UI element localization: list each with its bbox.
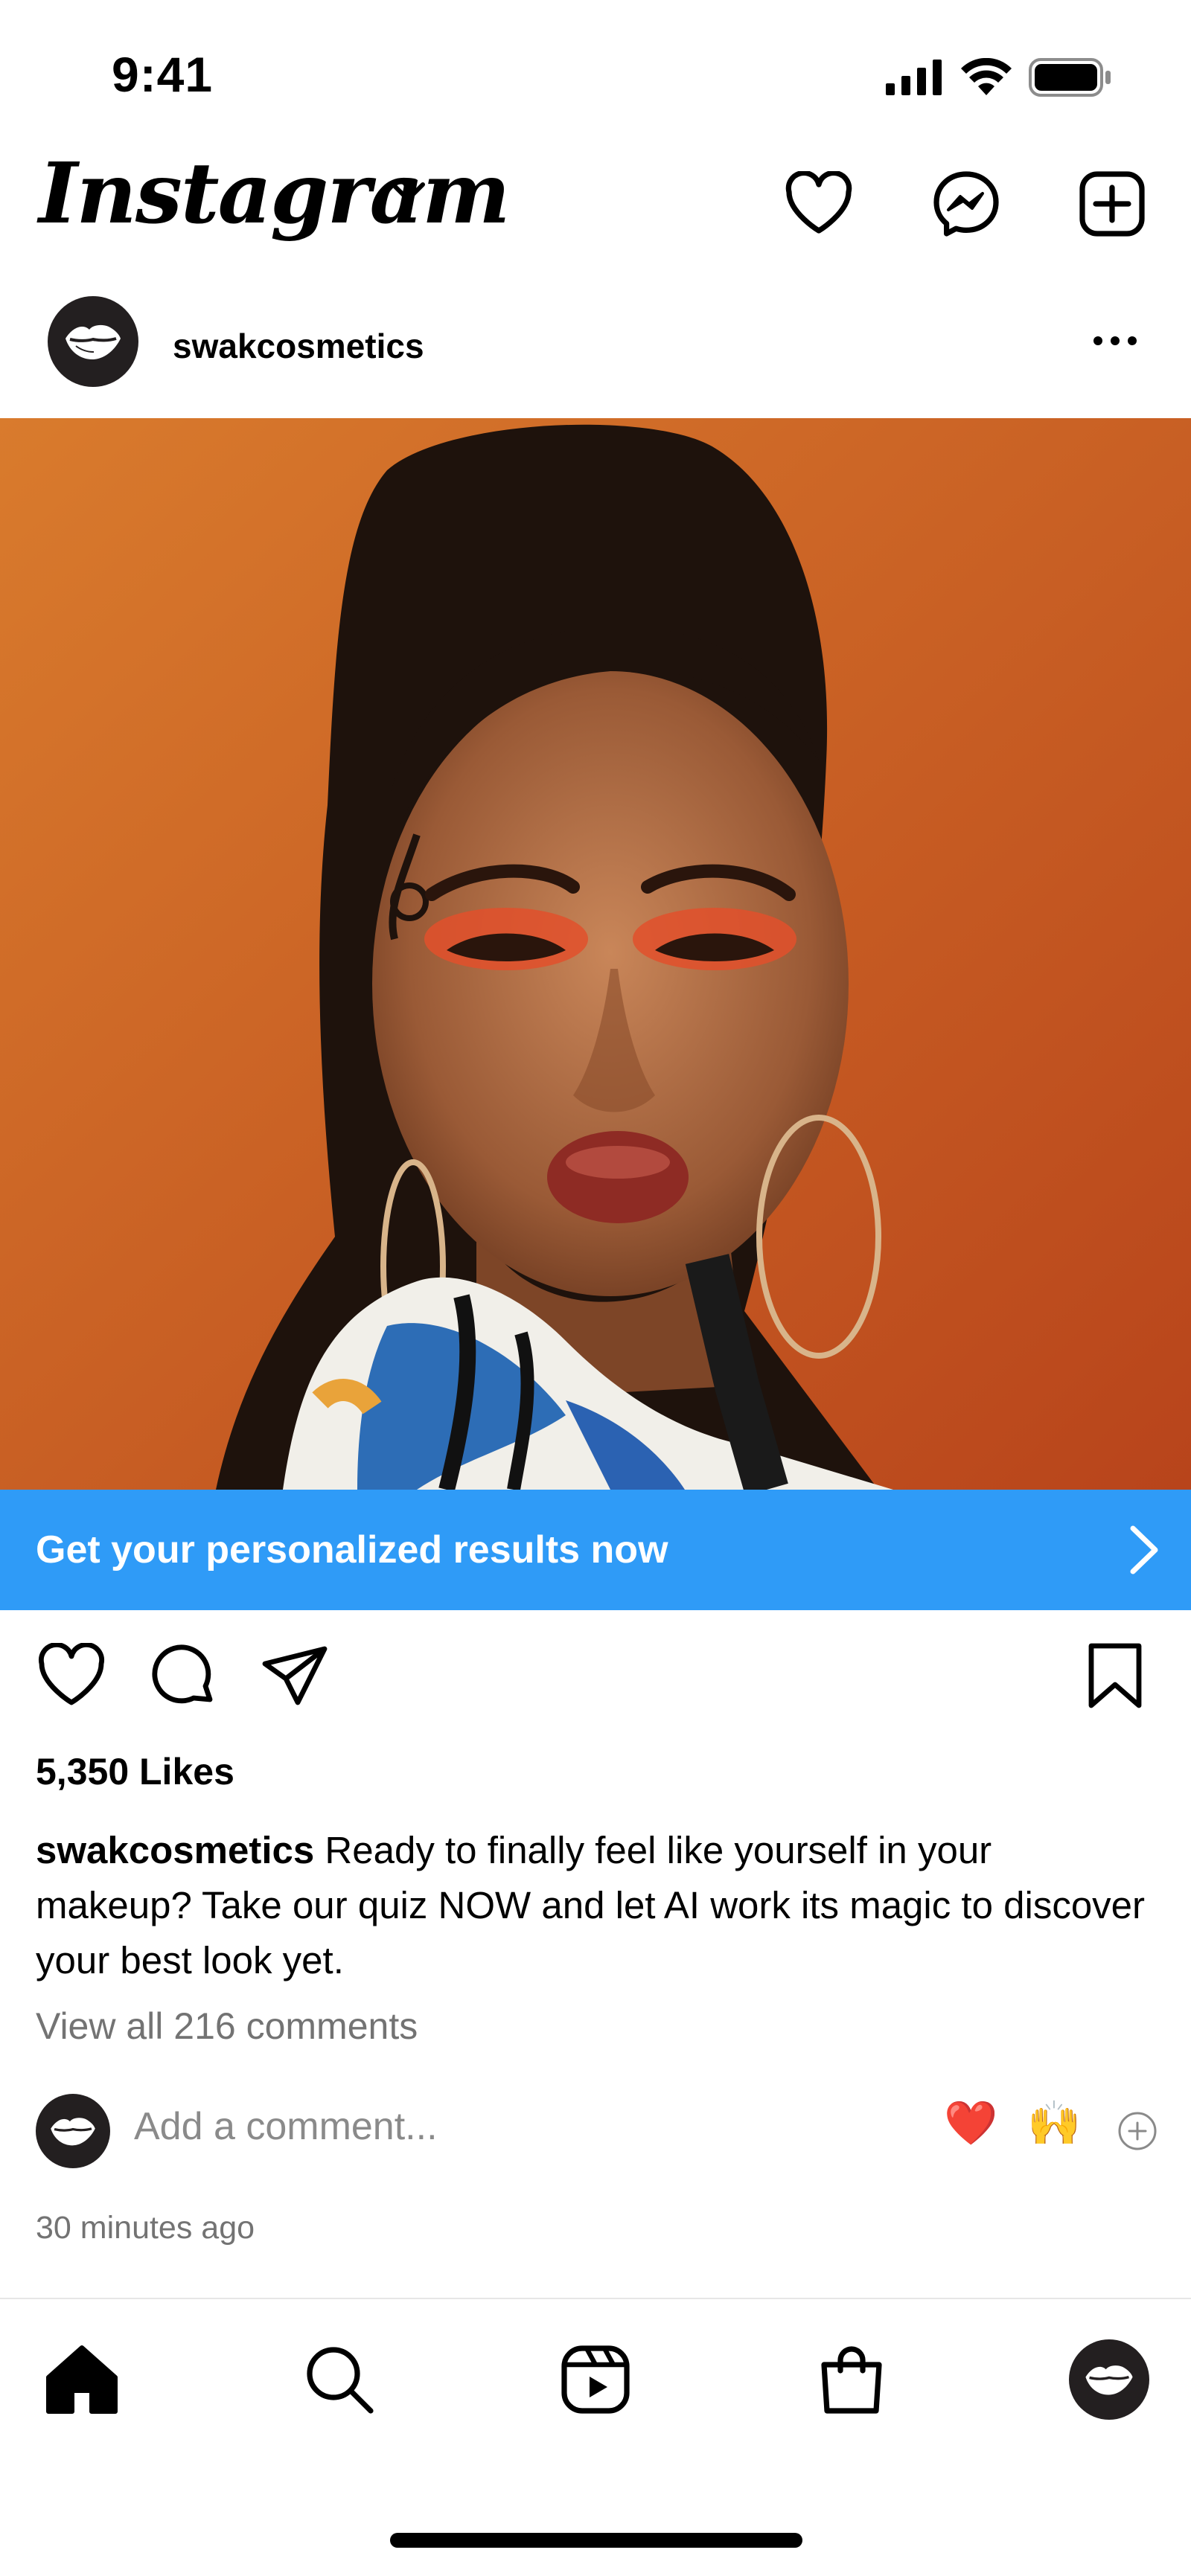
home-indicator[interactable] (390, 2533, 802, 2548)
reels-icon (561, 2345, 630, 2414)
nav-search[interactable] (295, 2335, 384, 2424)
nav-home[interactable] (37, 2335, 127, 2424)
shop-icon (821, 2346, 882, 2414)
chevron-down-icon[interactable] (387, 177, 429, 207)
battery-icon (1029, 58, 1111, 97)
bookmark-icon (1088, 1643, 1142, 1708)
status-time: 9:41 (112, 47, 214, 102)
new-post-icon (1079, 171, 1145, 237)
like-button[interactable] (33, 1637, 110, 1714)
nav-profile[interactable] (1064, 2335, 1154, 2424)
current-user-avatar (36, 2094, 110, 2168)
more-options-button[interactable] (1078, 318, 1152, 363)
post-timestamp: 30 minutes ago (36, 2210, 255, 2246)
share-icon (262, 1646, 328, 1705)
cellular-signal-icon (886, 60, 942, 95)
like-icon (39, 1643, 104, 1705)
status-icons (886, 55, 1112, 100)
post-caption: swakcosmetics Ready to finally feel like… (36, 1823, 1152, 1988)
add-circle-icon (1118, 2112, 1157, 2150)
home-icon (46, 2345, 118, 2414)
wifi-icon (961, 58, 1012, 95)
raised-hands-reaction-button[interactable]: 🙌 (1027, 2098, 1081, 2149)
more-horizontal-icon (1093, 336, 1137, 345)
heart-icon (785, 171, 852, 234)
nav-shop[interactable] (807, 2335, 896, 2424)
app-logo[interactable]: Instagram (39, 146, 511, 243)
comment-icon (152, 1644, 213, 1704)
bottom-nav-divider (0, 2298, 1191, 2299)
cta-banner[interactable]: Get your personalized results now (0, 1490, 1191, 1610)
messenger-button[interactable] (927, 165, 1005, 243)
add-comment-input[interactable]: Add a comment... (134, 2104, 438, 2149)
heart-reaction-button[interactable]: ❤️ (944, 2098, 997, 2149)
post-username[interactable]: swakcosmetics (173, 326, 424, 366)
profile-avatar (1069, 2339, 1149, 2420)
post-image[interactable] (0, 418, 1191, 1490)
chevron-right-icon (1130, 1525, 1158, 1574)
view-all-comments-link[interactable]: View all 216 comments (36, 2005, 418, 2048)
lips-logo-icon (66, 324, 121, 359)
comment-button[interactable] (144, 1637, 222, 1714)
likes-count[interactable]: 5,350 Likes (36, 1750, 234, 1793)
bookmark-button[interactable] (1076, 1637, 1154, 1714)
lips-logo-icon (1085, 2365, 1133, 2395)
messenger-icon (933, 171, 999, 237)
more-reactions-button[interactable] (1117, 2110, 1158, 2152)
lips-logo-icon (51, 2118, 95, 2146)
share-button[interactable] (256, 1637, 333, 1714)
post-author-avatar[interactable] (48, 296, 138, 387)
portrait-illustration (0, 418, 1191, 1490)
search-icon (307, 2347, 374, 2414)
cta-label: Get your personalized results now (36, 1528, 668, 1571)
new-post-button[interactable] (1073, 165, 1151, 243)
caption-username[interactable]: swakcosmetics (36, 1829, 314, 1871)
activity-heart-button[interactable] (780, 165, 858, 243)
nav-reels[interactable] (551, 2335, 640, 2424)
